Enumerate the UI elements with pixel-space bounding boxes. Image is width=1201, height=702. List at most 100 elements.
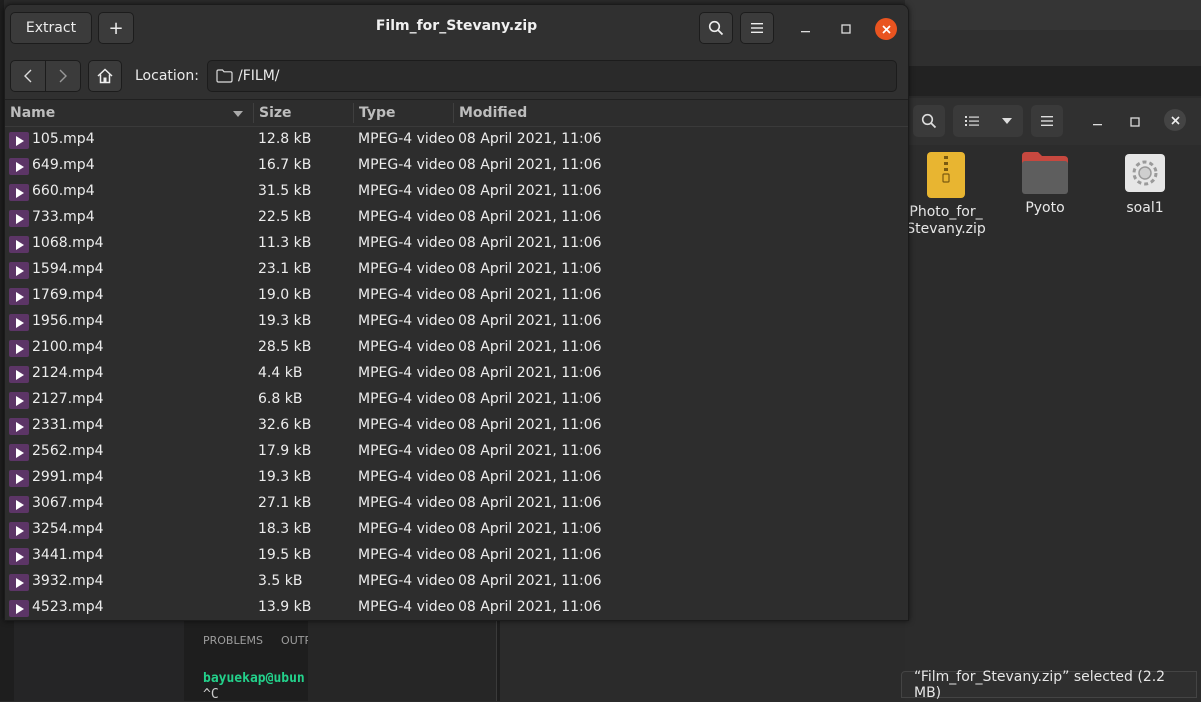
table-row[interactable]: 1956.mp4 19.3 kB MPEG-4 video 08 April 2021…: [5, 309, 908, 335]
minimize-button[interactable]: [1087, 111, 1109, 133]
file-name: 1594.mp4: [32, 261, 104, 277]
column-header-modified[interactable]: Modified: [459, 105, 527, 121]
file-name: 1769.mp4: [32, 287, 104, 303]
location-path: /FILM/: [238, 68, 280, 84]
close-button[interactable]: [875, 18, 897, 40]
maximize-button[interactable]: [1124, 111, 1146, 133]
column-separator[interactable]: [453, 103, 454, 123]
folder-icon: [216, 69, 233, 83]
add-button[interactable]: +: [98, 12, 134, 44]
file-size: 19.0 kB: [258, 287, 312, 303]
table-row[interactable]: 1068.mp4 11.3 kB MPEG-4 video 08 April 2021…: [5, 231, 908, 257]
file-name: 2562.mp4: [32, 443, 104, 459]
table-row[interactable]: 649.mp4 16.7 kB MPEG-4 video 08 April 2021,…: [5, 153, 908, 179]
file-modified: 08 April 2021, 11:06: [458, 495, 602, 511]
file-modified: 08 April 2021, 11:06: [458, 391, 602, 407]
file-modified: 08 April 2021, 11:06: [458, 521, 602, 537]
tab-output[interactable]: OUTP: [281, 634, 311, 647]
minimize-icon: [1093, 124, 1102, 126]
file-type: MPEG-4 video: [358, 391, 455, 407]
table-row[interactable]: 1769.mp4 19.0 kB MPEG-4 video 08 April 2021…: [5, 283, 908, 309]
table-row[interactable]: 660.mp4 31.5 kB MPEG-4 video 08 April 2021,…: [5, 179, 908, 205]
file-name: 2100.mp4: [32, 339, 104, 355]
table-row[interactable]: 3441.mp4 19.5 kB MPEG-4 video 08 April 2021…: [5, 543, 908, 569]
table-row[interactable]: 2100.mp4 28.5 kB MPEG-4 video 08 April 2021…: [5, 335, 908, 361]
table-row[interactable]: 1594.mp4 23.1 kB MPEG-4 video 08 April 2021…: [5, 257, 908, 283]
chevron-down-icon: [1001, 118, 1012, 124]
file-type: MPEG-4 video: [358, 235, 455, 251]
search-button[interactable]: [699, 12, 733, 44]
table-row[interactable]: 4523.mp4 13.9 kB MPEG-4 video 08 April 2021…: [5, 595, 908, 620]
file-modified: 08 April 2021, 11:06: [458, 287, 602, 303]
file-name: 660.mp4: [32, 183, 95, 199]
location-label: Location:: [135, 68, 199, 84]
file-type: MPEG-4 video: [358, 261, 455, 277]
video-file-icon: [9, 600, 29, 617]
file-modified: 08 April 2021, 11:06: [458, 261, 602, 277]
sort-descending-icon[interactable]: [233, 111, 243, 117]
table-row[interactable]: 3932.mp4 3.5 kB MPEG-4 video 08 April 2021,…: [5, 569, 908, 595]
file-modified: 08 April 2021, 11:06: [458, 235, 602, 251]
table-row[interactable]: 2331.mp4 32.6 kB MPEG-4 video 08 April 2021…: [5, 413, 908, 439]
video-file-icon: [9, 158, 29, 175]
hamburger-menu-icon: [751, 23, 763, 33]
menu-button[interactable]: [740, 12, 774, 44]
panel-tabs: PROBLEMS OUTP: [203, 634, 311, 647]
location-field[interactable]: /FILM/: [207, 60, 897, 92]
file-modified: 08 April 2021, 11:06: [458, 209, 602, 225]
file-item[interactable]: Photo_for_ Stevany.zip: [906, 152, 986, 238]
folder-icon: [1022, 152, 1068, 194]
video-file-icon: [9, 210, 29, 227]
search-icon: [708, 20, 724, 36]
files-search-button[interactable]: [913, 105, 945, 137]
table-row[interactable]: 2991.mp4 19.3 kB MPEG-4 video 08 April 2021…: [5, 465, 908, 491]
close-button[interactable]: [1164, 109, 1186, 131]
table-row[interactable]: 733.mp4 22.5 kB MPEG-4 video 08 April 2021,…: [5, 205, 908, 231]
table-row[interactable]: 105.mp4 12.8 kB MPEG-4 video 08 April 2021,…: [5, 127, 908, 153]
column-header-name[interactable]: Name: [10, 105, 55, 121]
file-type: MPEG-4 video: [358, 599, 455, 615]
minimize-icon: [801, 31, 810, 33]
file-type: MPEG-4 video: [358, 495, 455, 511]
table-row[interactable]: 3254.mp4 18.3 kB MPEG-4 video 08 April 2021…: [5, 517, 908, 543]
file-size: 22.5 kB: [258, 209, 312, 225]
file-name: 3441.mp4: [32, 547, 104, 563]
file-item[interactable]: soal1: [1105, 152, 1185, 217]
file-size: 17.9 kB: [258, 443, 312, 459]
table-row[interactable]: 2562.mp4 17.9 kB MPEG-4 video 08 April 2021…: [5, 439, 908, 465]
file-type: MPEG-4 video: [358, 313, 455, 329]
table-row[interactable]: 2124.mp4 4.4 kB MPEG-4 video 08 April 2021,…: [5, 361, 908, 387]
file-size: 4.4 kB: [258, 365, 303, 381]
home-icon: [97, 68, 113, 84]
close-icon: [881, 24, 891, 34]
home-button[interactable]: [88, 60, 122, 92]
minimize-button[interactable]: [795, 18, 817, 40]
file-label: Stevany.zip: [906, 221, 986, 237]
maximize-icon: [1130, 117, 1140, 127]
status-bar: “Film_for_Stevany.zip” selected (2.2 MB): [901, 669, 1197, 701]
video-file-icon: [9, 262, 29, 279]
column-separator[interactable]: [253, 103, 254, 123]
background-window-top: [905, 0, 1201, 30]
video-file-icon: [9, 236, 29, 253]
table-row[interactable]: 2127.mp4 6.8 kB MPEG-4 video 08 April 2021,…: [5, 387, 908, 413]
video-file-icon: [9, 444, 29, 461]
view-toggle-button[interactable]: [953, 105, 1023, 137]
video-file-icon: [9, 314, 29, 331]
forward-button[interactable]: [45, 60, 81, 92]
back-button[interactable]: [10, 60, 46, 92]
files-menu-button[interactable]: [1031, 105, 1063, 137]
column-header-type[interactable]: Type: [359, 105, 396, 121]
file-name: 3067.mp4: [32, 495, 104, 511]
file-modified: 08 April 2021, 11:06: [458, 313, 602, 329]
maximize-button[interactable]: [835, 18, 857, 40]
column-separator[interactable]: [353, 103, 354, 123]
file-size: 13.9 kB: [258, 599, 312, 615]
column-header-size[interactable]: Size: [259, 105, 292, 121]
table-row[interactable]: 3067.mp4 27.1 kB MPEG-4 video 08 April 2021…: [5, 491, 908, 517]
video-file-icon: [9, 340, 29, 357]
extract-button[interactable]: Extract: [10, 12, 92, 44]
file-size: 32.6 kB: [258, 417, 312, 433]
file-item[interactable]: Pyoto: [1005, 152, 1085, 217]
tab-problems[interactable]: PROBLEMS: [203, 634, 263, 647]
